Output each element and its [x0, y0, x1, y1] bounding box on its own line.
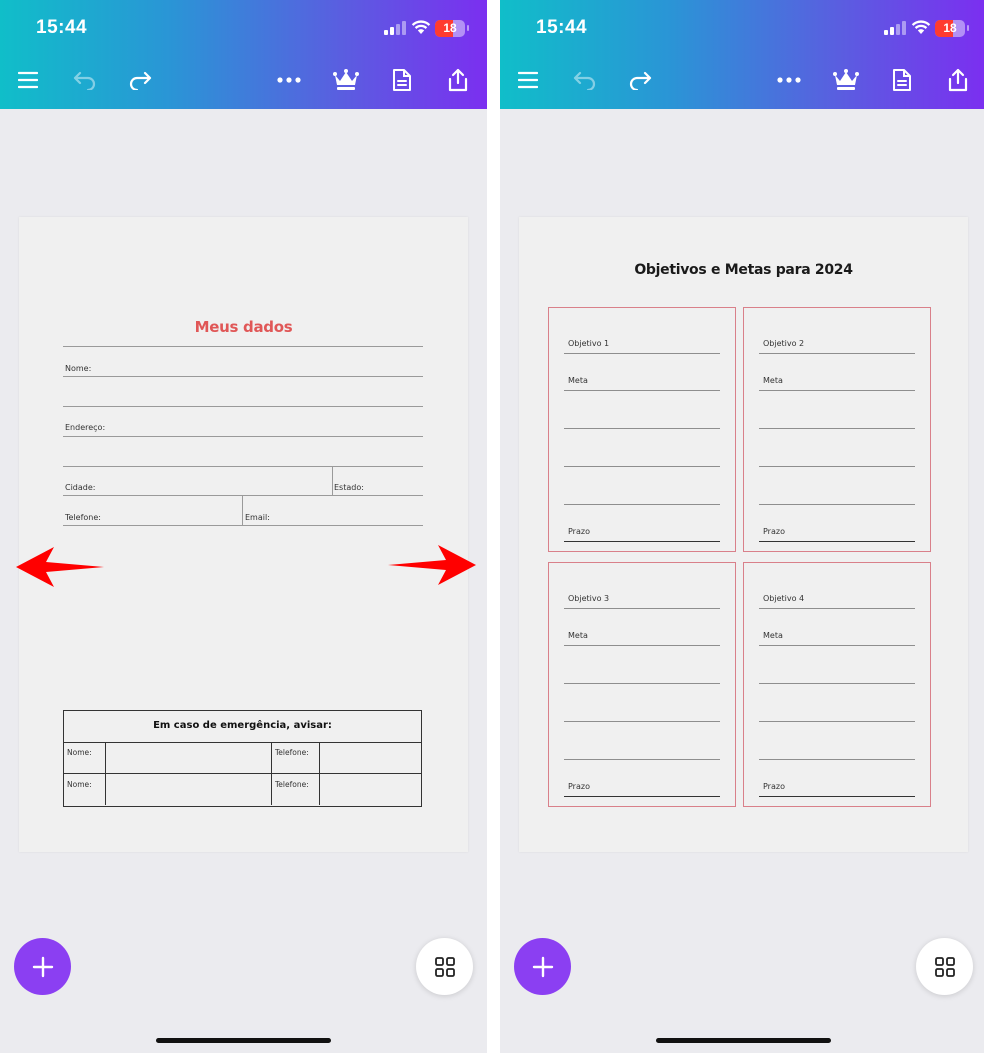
emergency-phone-field[interactable]: [320, 742, 421, 774]
battery-level: 18: [443, 21, 457, 35]
home-indicator[interactable]: [156, 1038, 331, 1043]
status-time: 15:44: [36, 17, 88, 38]
menu-icon[interactable]: [12, 64, 44, 96]
emergency-table[interactable]: Em caso de emergência, avisar: Nome: Tel…: [63, 710, 422, 807]
wifi-icon: [911, 20, 931, 34]
emergency-name-field[interactable]: [106, 742, 272, 774]
deadline-label: Prazo: [568, 782, 590, 791]
objective-label: Objetivo 1: [568, 339, 610, 348]
share-icon[interactable]: [942, 64, 974, 96]
table-row: Nome: Telefone:: [64, 773, 421, 805]
emergency-name-label: Nome:: [64, 742, 106, 774]
deadline-label: Prazo: [763, 782, 785, 791]
goal-box-4[interactable]: Objetivo 4 Meta Prazo: [743, 562, 931, 807]
state-label: Estado:: [334, 483, 364, 492]
signal-icon: [884, 21, 906, 35]
crown-icon[interactable]: [330, 64, 362, 96]
emergency-phone-label: Telefone:: [272, 742, 320, 774]
emergency-phone-label: Telefone:: [272, 774, 320, 805]
battery-icon: 18: [935, 20, 965, 37]
home-indicator[interactable]: [656, 1038, 831, 1043]
document-icon[interactable]: [886, 64, 918, 96]
objective-label: Objetivo 2: [763, 339, 805, 348]
goal-label: Meta: [763, 376, 783, 385]
deadline-label: Prazo: [763, 527, 785, 536]
emergency-name-label: Nome:: [64, 774, 106, 805]
objective-label: Objetivo 4: [763, 594, 805, 603]
undo-icon[interactable]: [69, 64, 101, 96]
emergency-title: Em caso de emergência, avisar:: [64, 711, 421, 743]
goal-label: Meta: [568, 376, 588, 385]
city-state-field[interactable]: [63, 495, 423, 496]
arrow-right-icon: [388, 545, 476, 585]
left-screen: 15:44 18 Meus dados Nome: Endereço: Cida…: [0, 0, 487, 1053]
arrow-left-icon: [16, 547, 104, 587]
top-bar: 15:44 18: [500, 0, 984, 109]
goal-box-2[interactable]: Objetivo 2 Meta Prazo: [743, 307, 931, 552]
share-icon[interactable]: [442, 64, 474, 96]
goals-title: Objetivos e Metas para 2024: [634, 262, 853, 278]
goal-label: Meta: [568, 631, 588, 640]
phone-email-field[interactable]: [63, 525, 423, 526]
right-screen: 15:44 18 Objetivos e Metas para 2024 Obj…: [500, 0, 984, 1053]
grid-icon: [934, 956, 955, 977]
city-label: Cidade:: [65, 483, 96, 492]
goals-page[interactable]: Objetivos e Metas para 2024 Objetivo 1 M…: [519, 217, 968, 852]
redo-icon[interactable]: [624, 64, 656, 96]
goal-label: Meta: [763, 631, 783, 640]
crown-icon[interactable]: [830, 64, 862, 96]
more-icon[interactable]: [273, 64, 305, 96]
email-label: Email:: [245, 513, 270, 522]
redo-icon[interactable]: [124, 64, 156, 96]
goal-box-3[interactable]: Objetivo 3 Meta Prazo: [548, 562, 736, 807]
table-row: Nome: Telefone:: [64, 742, 421, 774]
document-icon[interactable]: [386, 64, 418, 96]
form-page[interactable]: Meus dados Nome: Endereço: Cidade: Estad…: [19, 217, 468, 852]
address-label: Endereço:: [65, 423, 106, 432]
add-button[interactable]: [514, 938, 571, 995]
plus-icon: [532, 956, 553, 977]
objective-label: Objetivo 3: [568, 594, 610, 603]
screen-divider: [487, 0, 500, 1053]
top-bar: 15:44 18: [0, 0, 487, 109]
wifi-icon: [411, 20, 431, 34]
form-title: Meus dados: [194, 318, 293, 336]
signal-icon: [384, 21, 406, 35]
undo-icon[interactable]: [569, 64, 601, 96]
battery-icon: 18: [435, 20, 465, 37]
emergency-phone-field[interactable]: [320, 774, 421, 805]
more-icon[interactable]: [773, 64, 805, 96]
add-button[interactable]: [14, 938, 71, 995]
emergency-name-field[interactable]: [106, 774, 272, 805]
grid-icon: [434, 956, 455, 977]
pages-grid-button[interactable]: [916, 938, 973, 995]
address-field[interactable]: [63, 436, 423, 437]
pages-grid-button[interactable]: [416, 938, 473, 995]
goal-box-1[interactable]: Objetivo 1 Meta Prazo: [548, 307, 736, 552]
name-label: Nome:: [65, 364, 92, 373]
plus-icon: [32, 956, 53, 977]
name-field[interactable]: [63, 376, 423, 377]
battery-level: 18: [943, 21, 957, 35]
phone-label: Telefone:: [65, 513, 101, 522]
status-time: 15:44: [536, 17, 588, 38]
menu-icon[interactable]: [512, 64, 544, 96]
deadline-label: Prazo: [568, 527, 590, 536]
